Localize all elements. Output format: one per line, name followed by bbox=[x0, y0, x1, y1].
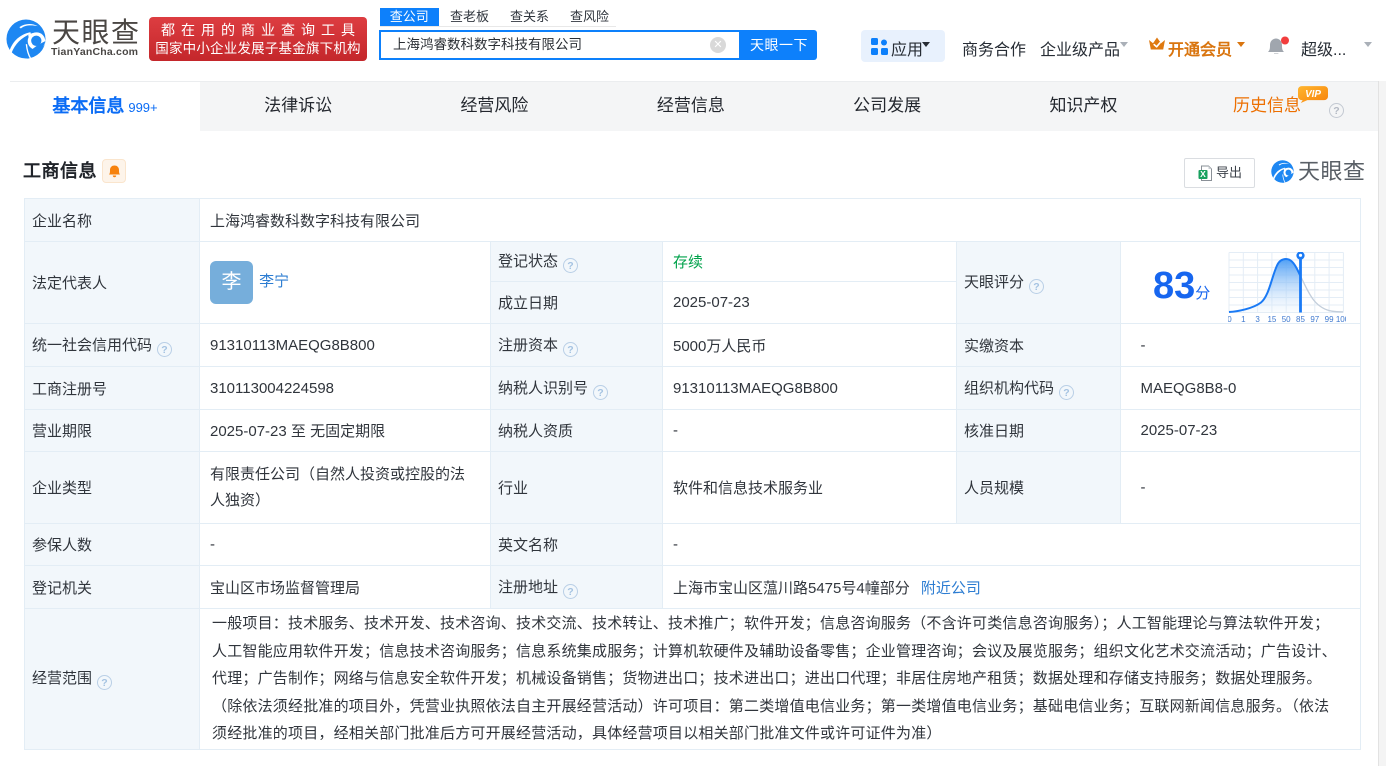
svg-text:1: 1 bbox=[1241, 315, 1246, 324]
svg-text:X: X bbox=[1200, 169, 1206, 179]
svg-text:15: 15 bbox=[1267, 315, 1276, 324]
svg-text:3: 3 bbox=[1255, 315, 1260, 324]
svg-text:97: 97 bbox=[1310, 315, 1319, 324]
svg-text:0: 0 bbox=[1228, 315, 1232, 324]
svg-text:100: 100 bbox=[1336, 315, 1346, 324]
svg-text:50: 50 bbox=[1282, 315, 1291, 324]
svg-text:85: 85 bbox=[1296, 315, 1305, 324]
svg-text:VIP: VIP bbox=[1305, 89, 1321, 100]
svg-text:99: 99 bbox=[1325, 315, 1334, 324]
